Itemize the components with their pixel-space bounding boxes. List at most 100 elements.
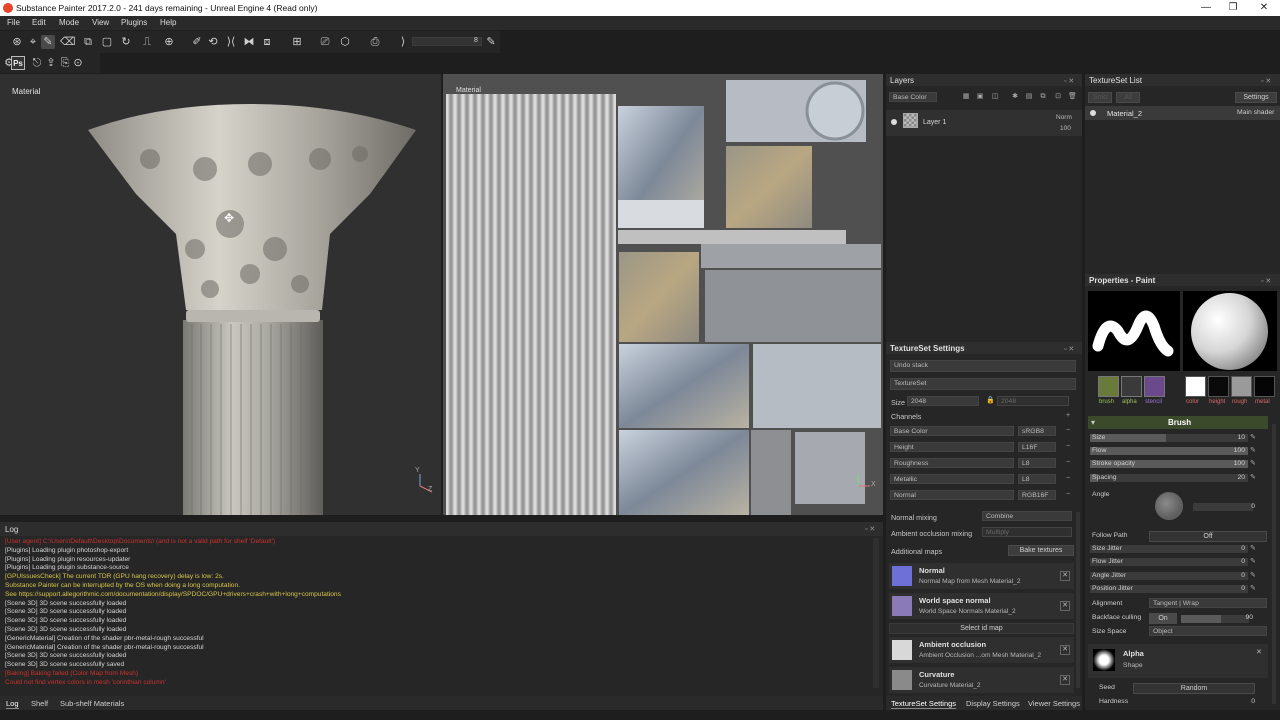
tab-viewer-settings[interactable]: Viewer Settings xyxy=(1028,699,1080,708)
menu-view[interactable]: View xyxy=(92,18,109,27)
channel-select[interactable]: Base Color xyxy=(889,92,937,102)
maximize-button[interactable]: ❐ xyxy=(1217,0,1249,16)
channel-format-select[interactable]: RGB16F xyxy=(1018,490,1056,500)
remove-channel-icon[interactable]: − xyxy=(1064,427,1072,435)
tsl-close-icon[interactable]: ▫ ✕ xyxy=(1261,77,1271,85)
bake-textures-button[interactable]: Bake textures xyxy=(1008,545,1074,556)
slot-alpha[interactable] xyxy=(1121,376,1142,397)
channel-format-select[interactable]: L8 xyxy=(1018,458,1056,468)
substance-source-icon[interactable]: ⊙ xyxy=(71,56,85,70)
properties-scrollbar[interactable] xyxy=(1272,424,1276,704)
paint-brush-icon[interactable]: ✎ xyxy=(41,35,55,49)
alpha-section[interactable]: Alpha Shape ✕ xyxy=(1088,644,1268,678)
channel-color[interactable] xyxy=(1185,376,1206,397)
layers-close-icon[interactable]: ▫ ✕ xyxy=(1064,77,1074,85)
collapse-icon[interactable]: ▾ xyxy=(1091,418,1095,427)
edit-icon[interactable]: ✎ xyxy=(1250,433,1256,441)
instance-icon[interactable]: ⊡ xyxy=(1054,93,1062,101)
all-button[interactable]: All xyxy=(1116,92,1140,103)
select-id-map-button[interactable]: Select id map xyxy=(889,623,1074,634)
layer-name[interactable]: Layer 1 xyxy=(923,119,946,126)
camera-orbit-icon[interactable]: ⊛ xyxy=(10,35,24,49)
viewport-3d[interactable]: Material ✥ Y Z xyxy=(0,74,441,515)
tss-close-icon[interactable]: ▫ ✕ xyxy=(1064,345,1074,353)
baked-map-item[interactable]: Curvature Curvature Material_2 ✕ xyxy=(889,667,1074,693)
undo-stack-field[interactable]: Undo stack xyxy=(890,360,1076,372)
textureset-settings-button[interactable]: Settings xyxy=(1235,92,1277,103)
menu-plugins[interactable]: Plugins xyxy=(121,18,147,27)
edit-icon[interactable]: ✎ xyxy=(1250,584,1256,592)
menu-edit[interactable]: Edit xyxy=(32,18,46,27)
add-mask-icon[interactable]: ◫ xyxy=(991,93,999,101)
seed-random-button[interactable]: Random xyxy=(1133,683,1255,694)
tab-sub-shelf[interactable]: Sub-shelf Materials xyxy=(60,699,124,708)
tab-textureset-settings[interactable]: TextureSet Settings xyxy=(891,699,957,709)
smudge-icon[interactable]: ↻ xyxy=(119,35,133,49)
brush-size-slider[interactable] xyxy=(412,37,482,46)
eraser-icon[interactable]: ⌫ xyxy=(60,35,76,49)
menu-mode[interactable]: Mode xyxy=(59,18,79,27)
add-fill-layer-icon[interactable]: ▦ xyxy=(962,93,970,101)
duplicate-icon[interactable]: ⧉ xyxy=(1039,93,1047,101)
delete-layer-icon[interactable]: 🗑 xyxy=(1068,93,1077,101)
tab-shelf[interactable]: Shelf xyxy=(31,699,48,708)
props-close-icon[interactable]: ▫ ✕ xyxy=(1261,277,1271,285)
remove-map-icon[interactable]: ✕ xyxy=(1060,571,1070,581)
brush-section-header[interactable]: ▾ Brush xyxy=(1088,416,1268,429)
channel-name[interactable]: Normal xyxy=(890,490,1014,500)
edit-icon[interactable]: ✎ xyxy=(1250,473,1256,481)
textureset-visibility-icon[interactable] xyxy=(1090,110,1096,116)
tab-log[interactable]: Log xyxy=(6,699,19,709)
export-icon[interactable]: ⎋ xyxy=(30,56,44,70)
baked-map-item[interactable]: Ambient occlusion Ambient Occlusion ...om… xyxy=(889,637,1074,663)
normal-mixing-select[interactable]: Combine xyxy=(982,511,1072,521)
cube-icon[interactable]: ⬡ xyxy=(338,35,352,49)
remove-channel-icon[interactable]: − xyxy=(1064,475,1072,483)
alpha-remove-icon[interactable]: ✕ xyxy=(1256,648,1262,656)
clone-stamp-icon[interactable]: ⎍ xyxy=(140,35,154,49)
symmetry-icon[interactable]: ⟩⟨ xyxy=(224,35,238,49)
size-select-linked[interactable]: 2048 xyxy=(997,396,1069,406)
split-icon[interactable]: ⧈ xyxy=(260,35,274,49)
menu-help[interactable]: Help xyxy=(160,18,176,27)
textureset-field[interactable]: TextureSet xyxy=(890,378,1076,390)
baked-map-item[interactable]: Normal Normal Map from Mesh Material_2 ✕ xyxy=(889,563,1074,589)
edit-icon[interactable]: ✎ xyxy=(1250,557,1256,565)
menu-file[interactable]: File xyxy=(7,18,20,27)
slot-brush[interactable] xyxy=(1098,376,1119,397)
size-space-select[interactable]: Object xyxy=(1149,626,1267,636)
alignment-select[interactable]: Tangent | Wrap xyxy=(1149,598,1267,608)
add-effect-icon[interactable]: ✱ xyxy=(1011,93,1019,101)
channel-rough[interactable] xyxy=(1231,376,1252,397)
textureset-item[interactable]: Material_2 Main shader xyxy=(1085,106,1280,120)
mirror-icon[interactable]: ⧓ xyxy=(242,35,256,49)
textureset-shader[interactable]: Main shader xyxy=(1237,109,1274,116)
remove-map-icon[interactable]: ✕ xyxy=(1060,645,1070,655)
remove-channel-icon[interactable]: − xyxy=(1064,459,1072,467)
baked-map-item[interactable]: World space normal World Space Normals Ma… xyxy=(889,593,1074,619)
remove-map-icon[interactable]: ✕ xyxy=(1060,601,1070,611)
edit-icon[interactable]: ✎ xyxy=(1250,459,1256,467)
remove-map-icon[interactable]: ✕ xyxy=(1060,675,1070,685)
channel-name[interactable]: Roughness xyxy=(890,458,1014,468)
channel-height[interactable] xyxy=(1208,376,1229,397)
link-icon[interactable]: ⟩ xyxy=(396,35,410,49)
slot-stencil[interactable] xyxy=(1144,376,1165,397)
channel-name[interactable]: Base Color xyxy=(890,426,1014,436)
close-window-button[interactable]: ✕ xyxy=(1248,0,1280,16)
pin-icon[interactable]: ⌖ xyxy=(26,35,40,49)
channel-format-select[interactable]: sRGB8 xyxy=(1018,426,1056,436)
layer-row[interactable]: Layer 1 Norm 100 xyxy=(886,110,1082,136)
add-layer-icon[interactable]: ▣ xyxy=(976,93,984,101)
add-folder-icon[interactable]: ▤ xyxy=(1025,93,1033,101)
add-channel-icon[interactable]: + xyxy=(1064,412,1072,420)
lasso-icon[interactable]: ⟲ xyxy=(206,35,220,49)
size-select[interactable]: 2048 xyxy=(907,396,979,406)
photoshop-icon[interactable]: Ps xyxy=(11,56,25,70)
lock-icon[interactable]: 🔒 xyxy=(986,397,995,405)
log-scrollbar[interactable] xyxy=(873,538,879,688)
angle-dial[interactable] xyxy=(1155,492,1183,520)
edit-icon[interactable]: ✎ xyxy=(1250,571,1256,579)
resources-icon[interactable]: ⎘ xyxy=(58,56,72,70)
log-float-icon[interactable]: ▫ ✕ xyxy=(865,525,875,533)
